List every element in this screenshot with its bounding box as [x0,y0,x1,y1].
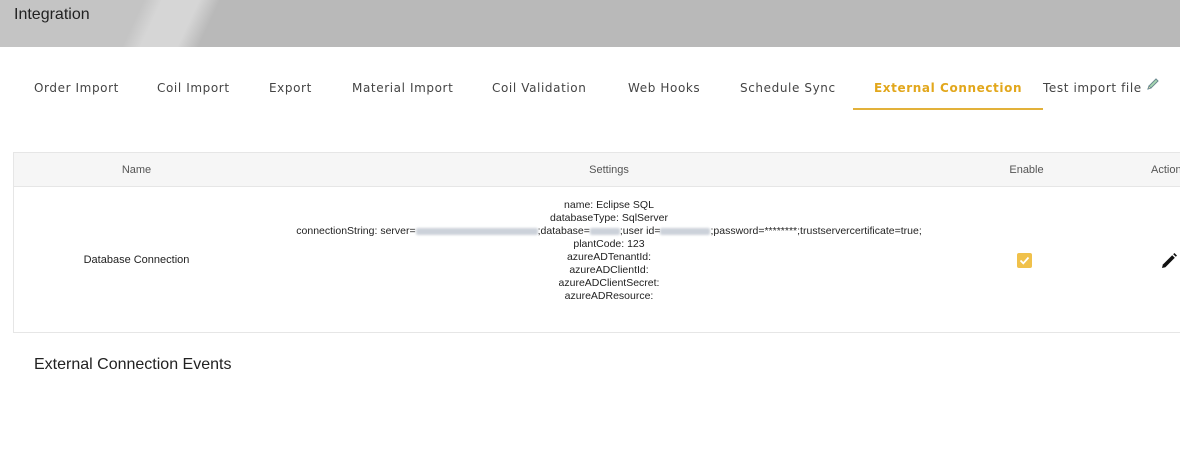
events-section-title: External Connection Events [34,356,232,373]
connections-table: Name Settings Enable Action Database Con… [13,152,1180,333]
redacted-database [589,227,620,235]
setting-azure-resource: azureADResource: [564,290,654,302]
connection-string-prefix: connectionString: server= [296,225,416,237]
setting-azure-client-secret: azureADClientSecret: [558,277,660,289]
tab-coil-validation[interactable]: Coil Validation [492,66,586,110]
column-header-settings: Settings [589,164,629,176]
tab-test-import-file-label: Test import file [1043,81,1142,95]
setting-connection-string: connectionString: server= ;database= ;user… [259,225,959,238]
setting-database-type: databaseType: SqlServer [550,212,668,224]
column-header-enable: Enable [1009,164,1044,176]
tab-material-import[interactable]: Material Import [352,66,453,110]
tab-export[interactable]: Export [269,66,312,110]
tab-order-import[interactable]: Order Import [34,66,119,110]
tab-bar: Order Import Coil Import Export Material… [0,66,1180,110]
setting-plant-code: plantCode: 123 [573,238,645,250]
tab-web-hooks[interactable]: Web Hooks [628,66,700,110]
connection-string-user: ;user id= [619,225,661,237]
tab-coil-import[interactable]: Coil Import [157,66,230,110]
setting-azure-client-id: azureADClientId: [569,264,649,276]
edit-button[interactable] [1159,251,1179,271]
column-header-action: Action [1151,164,1180,176]
table-row: Database Connection name: Eclipse SQL da… [14,188,1180,333]
tab-test-import-file[interactable]: Test import file [1043,66,1160,110]
setting-azure-tenant-id: azureADTenantId: [566,251,652,263]
redacted-user [660,227,711,235]
column-header-name: Name [121,164,152,176]
connection-string-database: ;database= [537,225,590,237]
pencil-icon [1146,65,1160,109]
connection-name: Database Connection [83,254,190,266]
pencil-edit-icon [1162,253,1177,268]
redacted-server [415,227,538,235]
page-title: Integration [14,6,90,23]
connection-settings: name: Eclipse SQL databaseType: SqlServe… [259,199,959,303]
enable-checkbox[interactable] [1017,253,1032,268]
checkmark-icon [1019,256,1030,265]
setting-name: name: Eclipse SQL [564,199,654,211]
table-header: Name Settings Enable Action [14,153,1180,187]
tab-external-connection[interactable]: External Connection [852,66,1044,110]
tab-schedule-sync[interactable]: Schedule Sync [740,66,836,110]
page-header: Integration [0,0,1180,47]
connection-string-rest: ;password=********;trustservercertificat… [710,225,922,237]
